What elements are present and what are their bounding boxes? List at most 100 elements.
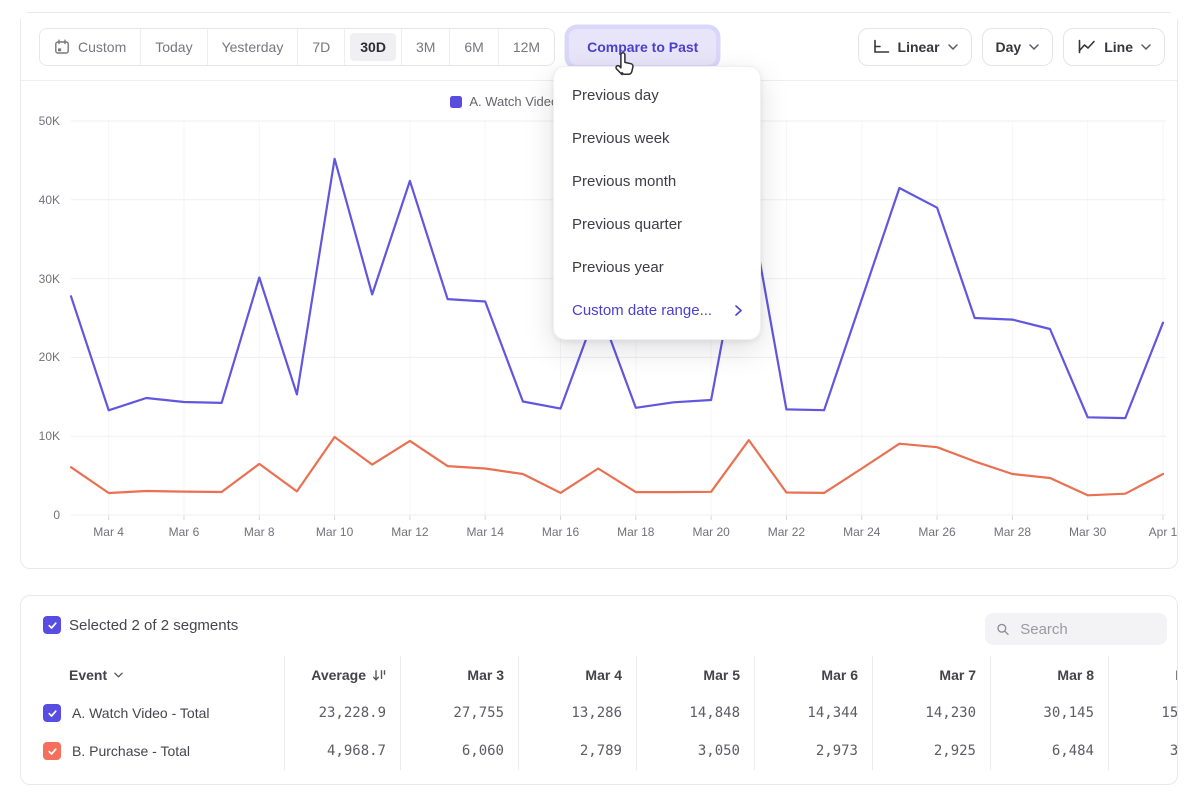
menu-item[interactable]: Previous month xyxy=(554,160,760,203)
chevron-down-icon xyxy=(948,44,958,50)
selected-segments-label: Selected 2 of 2 segments xyxy=(69,617,238,634)
y-tick-label: 10K xyxy=(23,429,60,443)
range-30d-button[interactable]: 30D xyxy=(344,29,401,65)
chevron-down-icon xyxy=(1141,44,1151,50)
chart-type-select-value: Line xyxy=(1104,39,1133,55)
check-icon xyxy=(47,746,58,757)
x-tick-label: Apr 1 xyxy=(1149,525,1178,539)
scale-select-value: Linear xyxy=(898,39,940,55)
table-value-cell: 6,060 xyxy=(400,732,518,770)
compare-to-past-button[interactable]: Compare to Past xyxy=(569,29,716,65)
sort-descending-icon xyxy=(372,669,386,682)
x-tick-label: Mar 12 xyxy=(391,525,428,539)
row-checkbox[interactable] xyxy=(43,742,61,760)
y-tick-label: 40K xyxy=(23,193,60,207)
row-checkbox[interactable] xyxy=(43,704,61,722)
search-input[interactable] xyxy=(1018,620,1156,639)
x-tick-label: Mar 10 xyxy=(316,525,353,539)
segments-panel-header: Selected 2 of 2 segments xyxy=(21,596,1177,656)
range-yesterday-button[interactable]: Yesterday xyxy=(207,29,298,65)
analytics-app: { "toolbar": { "ranges": ["Custom", "Tod… xyxy=(0,0,1200,802)
segments-card: Selected 2 of 2 segments Event Average M… xyxy=(20,595,1178,785)
y-tick-label: 20K xyxy=(23,350,60,364)
table-value-cell: 2,925 xyxy=(872,732,990,770)
table-value-cell: 14,848 xyxy=(636,694,754,732)
table-value-cell: 27,755 xyxy=(400,694,518,732)
table-value-cell: 13,286 xyxy=(518,694,636,732)
x-tick-label: Mar 6 xyxy=(169,525,200,539)
table-value-cell: 2,973 xyxy=(754,732,872,770)
interval-select-value: Day xyxy=(996,39,1022,55)
date-range-segmented-control: Custom Today Yesterday 7D 30D 3M 6M 12M xyxy=(39,28,555,66)
column-header-date: Mar 4 xyxy=(518,656,636,694)
x-tick-label: Mar 8 xyxy=(244,525,275,539)
series-line-b[interactable] xyxy=(71,437,1163,495)
table-row-name-cell: A. Watch Video - Total xyxy=(21,694,284,732)
segments-table: Event Average Mar 3 Mar 4 Mar 5 Mar 6 Ma… xyxy=(21,656,1178,770)
segment-search xyxy=(985,613,1167,645)
column-header-event[interactable]: Event xyxy=(21,656,284,694)
x-tick-label: Mar 16 xyxy=(542,525,579,539)
y-tick-label: 0 xyxy=(23,508,60,522)
range-today-button[interactable]: Today xyxy=(140,29,206,65)
column-header-date: Mar 5 xyxy=(636,656,754,694)
range-7d-button[interactable]: 7D xyxy=(297,29,344,65)
x-tick-label: Mar 28 xyxy=(994,525,1031,539)
range-custom-button[interactable]: Custom xyxy=(40,29,140,65)
linear-scale-icon xyxy=(872,39,890,54)
y-tick-label: 50K xyxy=(23,114,60,128)
column-header-average[interactable]: Average xyxy=(284,656,400,694)
interval-select[interactable]: Day xyxy=(982,28,1054,66)
scale-select[interactable]: Linear xyxy=(858,28,972,66)
chart-display-controls: Linear Day Line xyxy=(858,28,1165,66)
line-chart-icon xyxy=(1077,39,1096,54)
column-header-date: Mar 9 xyxy=(1108,656,1178,694)
check-icon xyxy=(47,620,58,631)
table-value-cell: 3,050 xyxy=(636,732,754,770)
table-value-cell: 14,344 xyxy=(754,694,872,732)
chevron-down-icon xyxy=(114,672,123,678)
segment-row-label: B. Purchase - Total xyxy=(72,743,190,759)
x-tick-label: Mar 20 xyxy=(692,525,729,539)
cursor-pointer-icon xyxy=(613,50,638,77)
table-value-cell: 4,968.7 xyxy=(284,732,400,770)
legend-swatch xyxy=(450,96,462,108)
select-all-checkbox[interactable] xyxy=(43,616,61,634)
table-value-cell: 3,000 xyxy=(1108,732,1178,770)
x-tick-label: Mar 30 xyxy=(1069,525,1106,539)
table-value-cell: 30,145 xyxy=(990,694,1108,732)
table-row-name-cell: B. Purchase - Total xyxy=(21,732,284,770)
table-value-cell: 15,300 xyxy=(1108,694,1178,732)
column-header-date: Mar 7 xyxy=(872,656,990,694)
chevron-down-icon xyxy=(1029,44,1039,50)
column-header-date: Mar 6 xyxy=(754,656,872,694)
x-tick-label: Mar 14 xyxy=(467,525,504,539)
column-header-date: Mar 8 xyxy=(990,656,1108,694)
menu-item[interactable]: Previous year xyxy=(554,246,760,289)
range-3m-button[interactable]: 3M xyxy=(401,29,449,65)
x-tick-label: Mar 24 xyxy=(843,525,880,539)
x-tick-label: Mar 22 xyxy=(768,525,805,539)
check-icon xyxy=(47,708,58,719)
table-value-cell: 23,228.9 xyxy=(284,694,400,732)
menu-item[interactable]: Previous day xyxy=(554,74,760,117)
range-6m-button[interactable]: 6M xyxy=(449,29,497,65)
column-header-date: Mar 3 xyxy=(400,656,518,694)
segment-row-label: A. Watch Video - Total xyxy=(72,705,209,721)
x-tick-label: Mar 4 xyxy=(93,525,124,539)
x-tick-label: Mar 18 xyxy=(617,525,654,539)
x-tick-label: Mar 26 xyxy=(918,525,955,539)
menu-item[interactable]: Previous quarter xyxy=(554,203,760,246)
y-tick-label: 30K xyxy=(23,272,60,286)
table-value-cell: 2,789 xyxy=(518,732,636,770)
menu-item-custom-date-range[interactable]: Custom date range... xyxy=(554,289,760,332)
menu-item[interactable]: Previous week xyxy=(554,117,760,160)
compare-to-past-menu: Previous dayPrevious weekPrevious monthP… xyxy=(553,66,761,340)
range-12m-button[interactable]: 12M xyxy=(498,29,554,65)
chevron-right-icon xyxy=(735,305,742,316)
search-icon xyxy=(996,621,1010,638)
chart-type-select[interactable]: Line xyxy=(1063,28,1165,66)
table-value-cell: 14,230 xyxy=(872,694,990,732)
calendar-icon xyxy=(54,39,70,55)
range-label: Custom xyxy=(78,39,126,55)
